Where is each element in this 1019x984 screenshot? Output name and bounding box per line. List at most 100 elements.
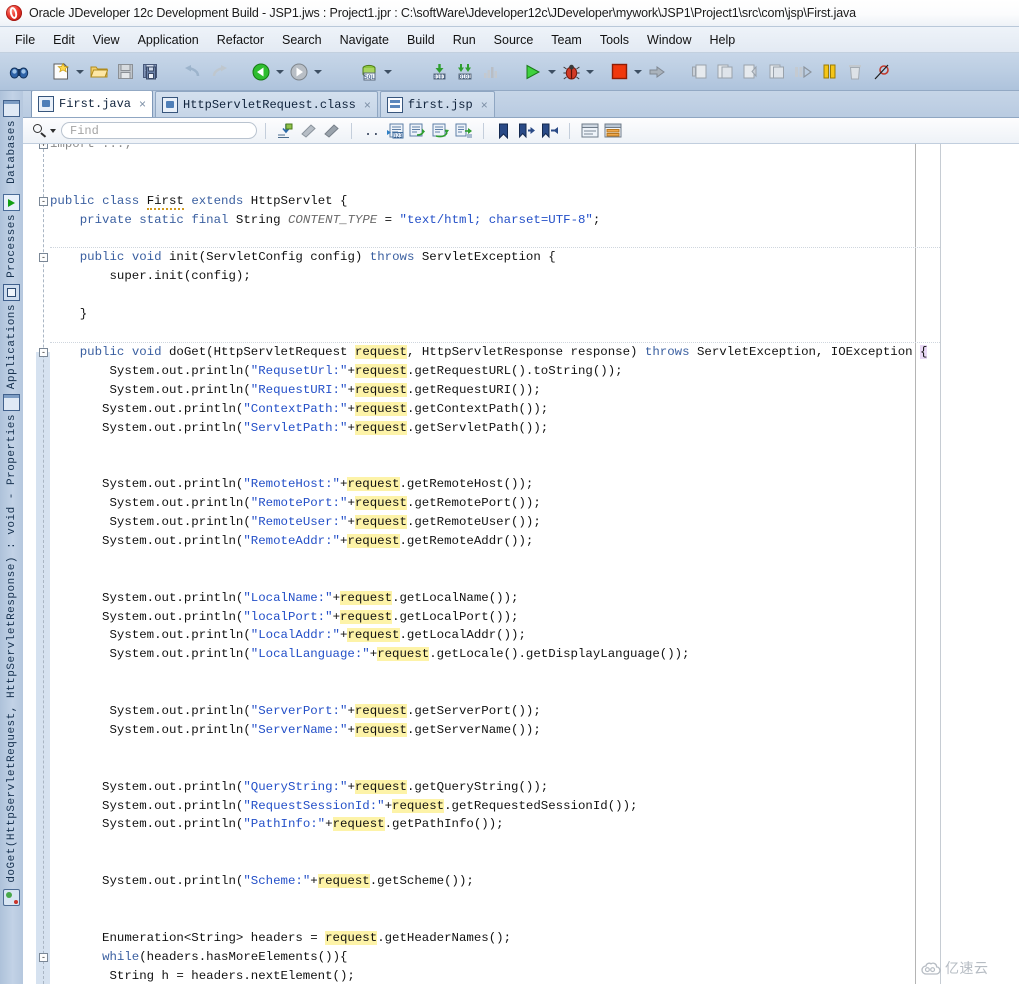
override-methods-icon[interactable] [406,120,429,142]
step-into-icon[interactable] [712,59,738,85]
make-icon[interactable]: 0101 [426,59,452,85]
code-line[interactable]: System.out.println("RequestURI:"+request… [23,381,1019,400]
menu-source[interactable]: Source [485,31,543,49]
next-bookmark-icon[interactable] [515,120,538,142]
save-all-icon[interactable] [138,59,164,85]
menu-help[interactable]: Help [701,31,745,49]
code-line[interactable]: System.out.println("RemotePort:"+request… [23,494,1019,513]
rebuild-icon[interactable]: 0101 [452,59,478,85]
forward-icon[interactable] [286,59,312,85]
code-lines-container[interactable]: import ...; + public class First extends H… [23,144,1019,984]
close-icon[interactable]: × [364,98,371,112]
code-line[interactable]: System.out.println("QueryString:"+reques… [23,778,1019,797]
menu-run[interactable]: Run [444,31,485,49]
run-dropdown-arrow[interactable] [546,59,558,85]
code-line[interactable] [23,456,1019,475]
code-editor[interactable]: import ...; + public class First extends H… [23,144,1019,984]
menu-refactor[interactable]: Refactor [208,31,273,49]
disable-breakpoints-icon[interactable] [868,59,894,85]
delete-breakpoints-icon[interactable] [842,59,868,85]
tab-first-jsp[interactable]: first.jsp × [379,91,495,117]
code-line[interactable]: private static final String CONTENT_TYPE… [23,211,1019,230]
code-line[interactable]: Enumeration<String> headers = request.ge… [23,929,1019,948]
back-icon[interactable] [248,59,274,85]
code-line[interactable]: System.out.println("LocalLanguage:"+requ… [23,645,1019,664]
code-line[interactable] [23,834,1019,853]
run-to-cursor-icon[interactable] [790,59,816,85]
comment-icon[interactable] [297,120,320,142]
code-line[interactable]: import ...; + [23,144,1019,154]
surround-braces-icon[interactable]: {..} [360,120,383,142]
close-icon[interactable]: × [139,97,146,111]
pause-icon[interactable] [816,59,842,85]
undo-icon[interactable] [180,59,206,85]
code-line[interactable] [23,437,1019,456]
code-line[interactable]: System.out.println("ServerName:"+request… [23,721,1019,740]
code-line[interactable] [23,759,1019,778]
new-file-icon[interactable] [48,59,74,85]
fold-collapse-icon[interactable]: - [39,952,48,962]
organize-imports-icon[interactable] [452,120,475,142]
menu-window[interactable]: Window [638,31,700,49]
code-line[interactable] [23,740,1019,759]
resume-icon[interactable] [644,59,670,85]
sidebar-item-applications[interactable]: Applications [0,281,23,389]
code-line[interactable] [23,286,1019,305]
code-line[interactable]: } [23,305,1019,324]
fold-collapse-icon[interactable]: - [39,347,48,357]
code-line[interactable]: System.out.println("ContextPath:"+reques… [23,400,1019,419]
chevron-down-icon[interactable] [50,128,56,133]
menu-file[interactable]: File [6,31,44,49]
code-line[interactable] [23,853,1019,872]
save-icon[interactable] [112,59,138,85]
code-line[interactable]: System.out.println("RequestSessionId:"+r… [23,797,1019,816]
refactor-icon[interactable] [274,120,297,142]
code-line[interactable] [23,664,1019,683]
code-line[interactable] [23,230,1019,249]
code-line[interactable] [23,173,1019,192]
code-line[interactable]: String h = headers.nextElement(); [23,967,1019,984]
toggle-source-icon[interactable] [578,120,601,142]
menu-search[interactable]: Search [273,31,331,49]
menu-team[interactable]: Team [542,31,591,49]
step-over-icon[interactable] [686,59,712,85]
tab-httpservletrequest-class[interactable]: HttpServletRequest.class × [155,91,378,117]
sidebar-item-properties[interactable]: doGet(HttpServletRequest, HttpServletRes… [0,391,23,909]
search-binoculars-icon[interactable] [6,59,32,85]
menu-application[interactable]: Application [129,31,208,49]
close-icon[interactable]: × [481,98,488,112]
forward-dropdown-arrow[interactable] [312,59,324,85]
sidebar-item-databases[interactable]: Databases [0,97,23,184]
code-line[interactable] [23,910,1019,929]
menu-navigate[interactable]: Navigate [331,31,398,49]
menu-edit[interactable]: Edit [44,31,84,49]
profile-icon[interactable] [478,59,504,85]
step-to-end-icon[interactable] [764,59,790,85]
sidebar-item-processes[interactable]: Processes [0,191,23,278]
code-line[interactable]: System.out.println("RemoteAddr:"+request… [23,532,1019,551]
code-line[interactable]: System.out.println("Scheme:"+request.get… [23,872,1019,891]
code-line[interactable]: System.out.println("LocalName:"+request.… [23,589,1019,608]
open-folder-icon[interactable] [86,59,112,85]
code-line[interactable]: System.out.println("RequsetUrl:"+request… [23,362,1019,381]
uncomment-icon[interactable] [320,120,343,142]
fold-collapse-icon[interactable]: - [39,253,48,263]
stop-dropdown-arrow[interactable] [632,59,644,85]
debug-dropdown-arrow[interactable] [584,59,596,85]
debug-bug-icon[interactable] [558,59,584,85]
code-line[interactable]: public class First extends HttpServlet {… [23,192,1019,211]
code-line[interactable] [23,154,1019,173]
code-line[interactable]: System.out.println("localPort:"+request.… [23,608,1019,627]
code-line[interactable]: System.out.println("RemoteHost:"+request… [23,475,1019,494]
code-line[interactable] [23,570,1019,589]
search-input[interactable] [61,122,257,139]
code-line[interactable]: System.out.println("ServletPath:"+reques… [23,419,1019,438]
code-line[interactable]: System.out.println("ServerPort:"+request… [23,702,1019,721]
sql-database-icon[interactable]: SQL [356,59,382,85]
stop-icon[interactable] [606,59,632,85]
previous-bookmark-icon[interactable] [538,120,561,142]
code-line[interactable] [23,891,1019,910]
code-line[interactable]: System.out.println("PathInfo:"+request.g… [23,815,1019,834]
code-line[interactable]: System.out.println("LocalAddr:"+request.… [23,626,1019,645]
redo-icon[interactable] [206,59,232,85]
